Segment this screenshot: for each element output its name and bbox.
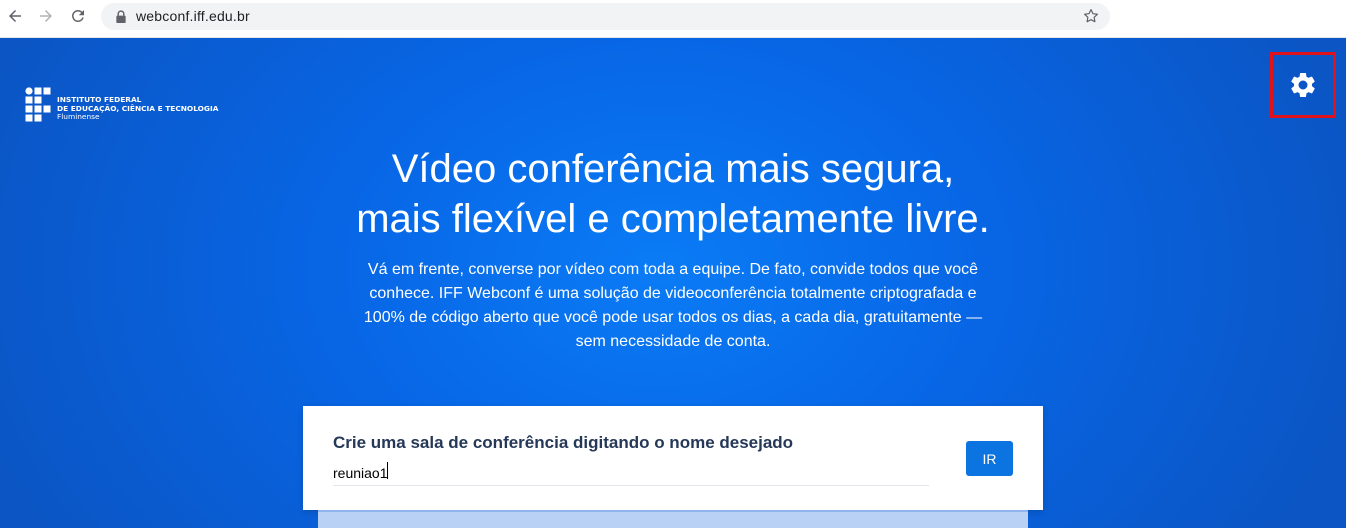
- back-button[interactable]: [4, 5, 26, 27]
- gear-icon: [1291, 72, 1315, 97]
- go-button[interactable]: IR: [966, 441, 1013, 476]
- browser-toolbar: webconf.iff.edu.br: [0, 0, 1346, 38]
- reload-icon: [71, 9, 84, 22]
- headline-line-1: Vídeo conferência mais segura,: [391, 147, 955, 191]
- star-icon[interactable]: [1082, 7, 1100, 25]
- arrow-left-icon: [9, 10, 21, 22]
- hero-description: Vá em frente, converse por vídeo com tod…: [363, 261, 983, 350]
- logo-text: INSTITUTO FEDERAL DE EDUCAÇÃO, CIÊNCIA E…: [57, 95, 218, 122]
- settings-button[interactable]: [1270, 52, 1336, 118]
- forward-button[interactable]: [35, 5, 57, 27]
- lock-icon: [116, 10, 126, 23]
- tabs-panel: [318, 512, 1028, 528]
- text-caret: [387, 462, 388, 479]
- hero-section: INSTITUTO FEDERAL DE EDUCAÇÃO, CIÊNCIA E…: [0, 38, 1346, 528]
- create-room-title: Crie uma sala de conferência digitando o…: [333, 433, 794, 452]
- create-room-card: Crie uma sala de conferência digitando o…: [303, 406, 1043, 510]
- arrow-right-icon: [40, 10, 52, 22]
- page-headline: Vídeo conferência mais segura, mais flex…: [300, 144, 1046, 244]
- url-text: webconf.iff.edu.br: [136, 8, 250, 24]
- reload-button[interactable]: [67, 5, 89, 27]
- address-bar[interactable]: webconf.iff.edu.br: [101, 3, 1110, 30]
- logo-line-campus: Fluminense: [57, 112, 100, 121]
- iff-logo: INSTITUTO FEDERAL DE EDUCAÇÃO, CIÊNCIA E…: [25, 87, 225, 127]
- headline-line-2: mais flexível e completamente livre.: [356, 197, 990, 241]
- iff-logo-mark-icon: [25, 87, 51, 122]
- room-name-input[interactable]: [333, 460, 929, 486]
